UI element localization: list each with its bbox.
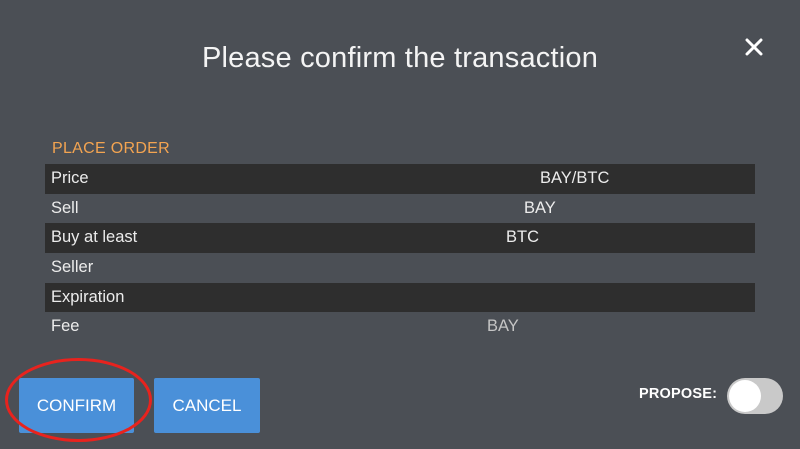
row-label: Expiration (51, 287, 125, 306)
row-value: BAY (487, 317, 519, 336)
table-row-price: Price BAY/BTC (45, 164, 755, 194)
row-label: Seller (51, 258, 94, 277)
row-label: Price (51, 169, 89, 187)
confirm-transaction-dialog: Please confirm the transaction PLACE ORD… (0, 0, 800, 449)
dialog-title: Please confirm the transaction (201, 42, 599, 74)
table-row-sell: Sell BAY (45, 194, 755, 224)
confirm-button[interactable]: CONFIRM (19, 378, 134, 433)
table-row-seller: Seller (45, 253, 755, 283)
table-row-fee: Fee BAY (45, 312, 755, 342)
close-icon[interactable] (742, 36, 766, 58)
table-row-expiration: Expiration (45, 282, 755, 313)
propose-toggle[interactable] (727, 378, 783, 414)
cancel-button[interactable]: CANCEL (154, 378, 260, 433)
table-row-buy-at-least: Buy at least BTC (45, 223, 755, 254)
row-label: Buy at least (51, 228, 138, 247)
row-label: Sell (51, 198, 79, 217)
row-value: BTC (506, 228, 539, 247)
propose-label: PROPOSE: (639, 386, 718, 402)
order-details-table: Price BAY/BTC Sell BAY Buy at least BTC … (45, 164, 755, 342)
section-title-place-order: PLACE ORDER (52, 140, 170, 157)
row-value: BAY/BTC (540, 169, 610, 187)
toggle-knob (729, 380, 761, 412)
row-value: BAY (524, 198, 556, 217)
row-label: Fee (51, 317, 80, 336)
